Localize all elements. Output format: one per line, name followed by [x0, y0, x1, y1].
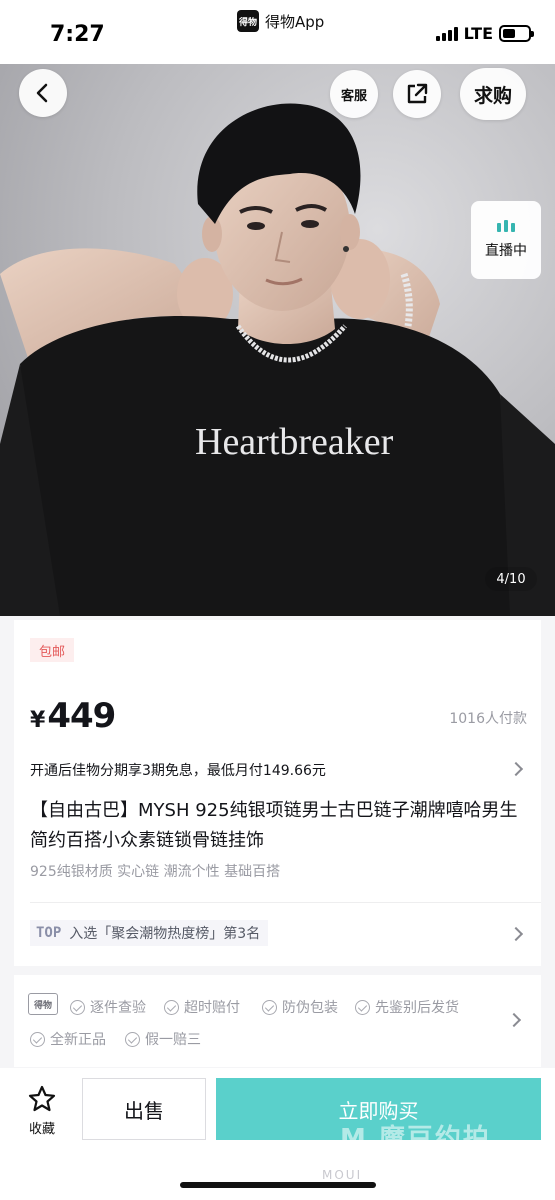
home-indicator[interactable] [180, 1182, 376, 1188]
bottom-action-bar: 收藏 出售 立即购买 M 魔豆约拍 MOUI [0, 1068, 555, 1200]
guarantee-label: 防伪包装 [282, 1000, 338, 1016]
star-icon [28, 1085, 56, 1112]
free-shipping-tag: 包邮 [30, 638, 75, 662]
app-logo-icon: 得物 [237, 10, 259, 32]
watermark-faint: MOUI [322, 1168, 363, 1182]
sell-button[interactable]: 出售 [82, 1078, 206, 1140]
live-bars-icon [497, 220, 515, 232]
favorite-button[interactable]: 收藏 [20, 1084, 64, 1137]
status-time: 7:27 [50, 22, 105, 47]
guarantee-item: 全新正品 [30, 1029, 106, 1049]
check-circle-icon [164, 999, 179, 1015]
signal-icon [435, 26, 458, 41]
installment-row[interactable]: 开通后佳物分期享3期免息，最低月付149.66元 [30, 760, 326, 780]
chevron-right-icon[interactable] [508, 761, 524, 777]
ranking-text: 入选「聚会潮物热度榜」第3名 [69, 926, 261, 942]
status-bar: 7:27 得物 得物App LTE [0, 0, 555, 64]
guarantee-item: 超时赔付 [164, 997, 240, 1017]
watermark: M 魔豆约拍 [340, 1124, 491, 1154]
check-circle-icon [70, 999, 85, 1015]
currency-symbol: ¥ [30, 708, 46, 733]
live-label: 直播中 [485, 243, 527, 259]
app-badge: 得物 得物App [237, 8, 324, 34]
guarantee-label: 假一赔三 [145, 1032, 201, 1048]
service-label: 客服 [340, 88, 367, 104]
guarantee-item: 逐件查验 [70, 997, 146, 1017]
app-name: 得物App [265, 12, 325, 31]
guarantee-label: 超时赔付 [184, 1000, 240, 1016]
image-counter: 4/10 [485, 567, 537, 591]
check-circle-icon [125, 1031, 140, 1047]
sold-count: 1016人付款 [449, 711, 527, 727]
guarantee-item: 假一赔三 [125, 1029, 201, 1049]
price: ¥ 449 [30, 696, 116, 736]
battery-icon [499, 25, 534, 42]
dewu-logo-icon: 得物 [28, 993, 58, 1015]
app-screen: 7:27 得物 得物App LTE Heartbreaker 客服 求购 直播中… [0, 0, 555, 1200]
wanted-label: 求购 [473, 84, 512, 107]
guarantee-card[interactable]: 得物 逐件查验 超时赔付 防伪包装 先鉴别后发货 全新正品 假一赔三 [14, 975, 541, 1067]
check-circle-icon [30, 1031, 45, 1047]
product-title: 【自由古巴】MYSH 925纯银项链男士古巴链子潮牌嘻哈男生简约百搭小众素链锁骨… [30, 800, 518, 851]
favorite-label: 收藏 [28, 1122, 55, 1137]
check-circle-icon [355, 999, 370, 1015]
live-stream-button[interactable]: 直播中 [471, 201, 541, 279]
chevron-right-icon[interactable] [506, 1012, 522, 1028]
guarantee-item: 先鉴别后发货 [355, 997, 459, 1017]
top-badge: TOP [36, 925, 62, 941]
product-photo[interactable]: Heartbreaker 客服 求购 直播中 4/10 [0, 64, 555, 616]
check-circle-icon [262, 999, 277, 1015]
product-features: 925纯银材质 实心链 潮流个性 基础百搭 [30, 864, 281, 880]
network-label: LTE [463, 24, 493, 43]
divider [30, 902, 541, 903]
shirt-print-text: Heartbreaker [195, 421, 394, 463]
product-info-card: 包邮 ¥ 449 1016人付款 开通后佳物分期享3期免息，最低月付149.66… [14, 620, 541, 966]
ranking-row[interactable]: TOP 入选「聚会潮物热度榜」第3名 [30, 920, 269, 946]
guarantee-label: 逐件查验 [90, 1000, 146, 1016]
share-button[interactable] [393, 70, 441, 118]
chevron-right-icon[interactable] [508, 926, 524, 942]
price-value: 449 [47, 696, 116, 736]
share-icon [407, 83, 428, 104]
want-to-buy-button[interactable]: 求购 [460, 68, 526, 120]
guarantee-item: 防伪包装 [262, 997, 338, 1017]
back-button[interactable] [19, 69, 67, 117]
model-illustration: Heartbreaker [0, 64, 555, 616]
system-icons: LTE [435, 24, 534, 43]
chevron-left-icon [36, 83, 48, 103]
guarantee-label: 全新正品 [50, 1032, 106, 1048]
customer-service-button[interactable]: 客服 [330, 70, 378, 118]
guarantee-label: 先鉴别后发货 [375, 1000, 459, 1016]
